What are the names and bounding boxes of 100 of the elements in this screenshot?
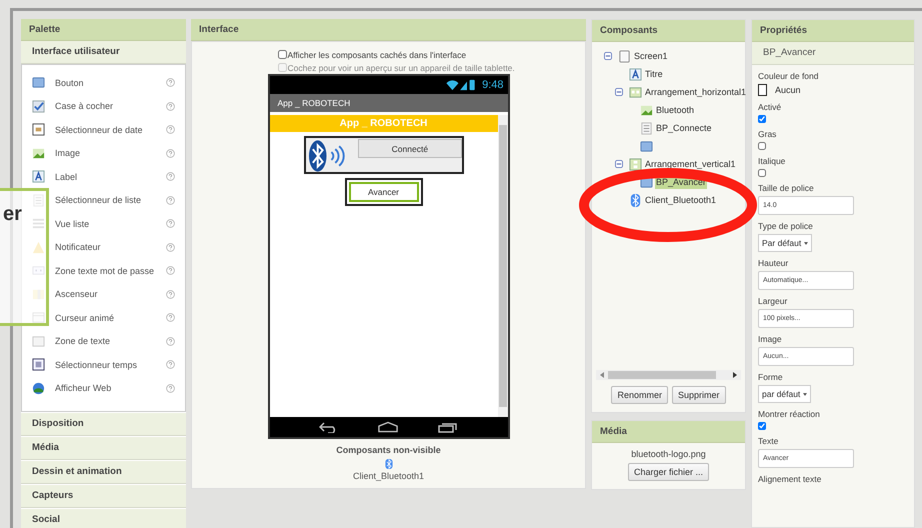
help-icon[interactable] [166,360,175,370]
left-arrow-icon[interactable] [599,371,605,379]
help-icon[interactable] [166,290,175,299]
checkbox[interactable] [758,422,766,430]
tree-item[interactable]: BP_Connecte [655,121,713,135]
panel-title: Média [592,421,745,443]
help-icon[interactable] [166,219,175,228]
media-file[interactable]: bluetooth-logo.png [592,443,745,463]
property-label: Italique [758,156,786,166]
overlay-text: er [3,203,22,226]
tree-item[interactable]: Arrangement_vertical1 [644,157,737,171]
scrollbar[interactable] [596,370,741,380]
checkbox[interactable] [758,142,766,150]
help-icon[interactable] [166,125,175,134]
help-icon[interactable] [166,266,175,276]
connect-button[interactable]: Connecté [358,139,462,158]
recent-apps-icon[interactable] [438,421,458,433]
app-title-bar: App _ ROBOTECH [270,94,508,112]
color-swatch[interactable] [758,84,767,96]
section-header[interactable]: Dessin et animation [21,460,186,484]
component-name: BP_Avancer [752,42,914,65]
help-icon[interactable] [166,242,175,252]
property-label: Type de police [758,221,813,231]
bluetooth-icon [629,194,642,206]
upload-button[interactable]: Charger fichier ... [628,463,710,481]
section-header[interactable]: Interface utilisateur [21,41,186,64]
image-icon [32,146,45,160]
help-icon[interactable] [166,336,175,346]
help-icon[interactable] [166,78,175,88]
caret-icon [804,242,808,244]
tree-item[interactable]: Titre [644,67,664,81]
help-icon[interactable] [166,196,175,205]
forward-button[interactable]: Avancer [348,182,418,202]
globe-icon [32,382,45,395]
textbox-icon [32,334,45,348]
palette-item[interactable]: Ascenseur [55,289,166,300]
horizontal-arrangement-icon [629,86,642,98]
help-icon[interactable] [166,148,175,158]
palette-item[interactable]: Vue liste [55,218,166,229]
action-button[interactable]: Supprimer [672,386,726,404]
list-icon [640,122,653,134]
panel-title: Palette [21,19,186,41]
collapse-icon[interactable] [615,88,623,96]
palette-item[interactable]: Bouton [55,78,166,88]
help-icon[interactable] [166,313,175,322]
property-label: Couleur de fond [758,71,818,81]
checkbox-label: Afficher les composants cachés dans l'interface [288,50,466,60]
property-label: Texte [758,436,778,446]
palette-item[interactable]: Zone de texte [55,336,166,346]
property-label: Alignement texte [758,474,822,484]
dropdown[interactable]: par défaut [758,385,812,403]
section-header[interactable]: Disposition [21,412,186,436]
palette-item[interactable]: Zone texte mot de passe [55,266,166,276]
tree-item[interactable]: Bluetooth [655,103,696,117]
help-icon[interactable] [166,384,175,393]
help-icon[interactable] [166,102,175,111]
right-arrow-icon[interactable] [732,371,738,379]
property-label: Taille de police [758,183,814,193]
property-label: Gras [758,129,776,139]
property-label: Image [758,334,782,344]
tree-item[interactable]: Client_Bluetooth1 [644,193,718,207]
vertical-arrangement-icon [629,158,642,170]
property-label: Forme [758,372,783,382]
color-value[interactable]: Aucun [775,85,801,95]
tree-item[interactable]: Screen1 [633,49,669,63]
checkbox-icon [32,100,45,113]
section-header[interactable]: Média [21,436,186,460]
title-label: App _ ROBOTECH [270,115,498,132]
palette-item[interactable]: Afficheur Web [55,383,166,394]
collapse-icon[interactable] [615,160,623,168]
checkbox[interactable] [278,50,286,59]
button-icon [32,76,45,90]
tree-item[interactable]: Arrangement_horizontal1 [644,85,748,99]
property-label: Largeur [758,296,788,306]
palette-item[interactable]: Case à cocher [55,101,166,112]
section-header[interactable]: Social [21,508,186,528]
property-label: Hauteur [758,258,788,268]
dropdown[interactable]: Par défaut [758,234,812,252]
property-label: Montrer réaction [758,409,820,419]
panel-title: Interface [191,19,586,41]
checkbox[interactable] [758,169,766,177]
property-label: Activé [758,102,782,112]
palette-item[interactable]: Sélectionneur de liste [55,195,166,206]
palette-item[interactable]: Label [55,172,166,182]
palette-item[interactable]: Sélectionneur de date [55,124,166,135]
bluetooth-icon [384,458,394,470]
palette-item[interactable]: Notificateur [55,242,166,252]
label-icon [629,68,642,80]
caret-icon [803,392,808,396]
help-icon[interactable] [166,172,175,182]
clock-icon [32,358,45,372]
home-icon[interactable] [378,421,398,433]
action-button[interactable]: Renommer [611,386,668,404]
palette-item[interactable]: Image [55,148,166,158]
scrollbar[interactable] [498,115,508,417]
collapse-icon[interactable] [604,52,612,60]
section-header[interactable]: Capteurs [21,484,186,508]
palette-item[interactable]: Sélectionneur temps [55,360,166,370]
checkbox[interactable] [758,115,766,123]
palette-item[interactable]: Curseur animé [55,312,166,323]
